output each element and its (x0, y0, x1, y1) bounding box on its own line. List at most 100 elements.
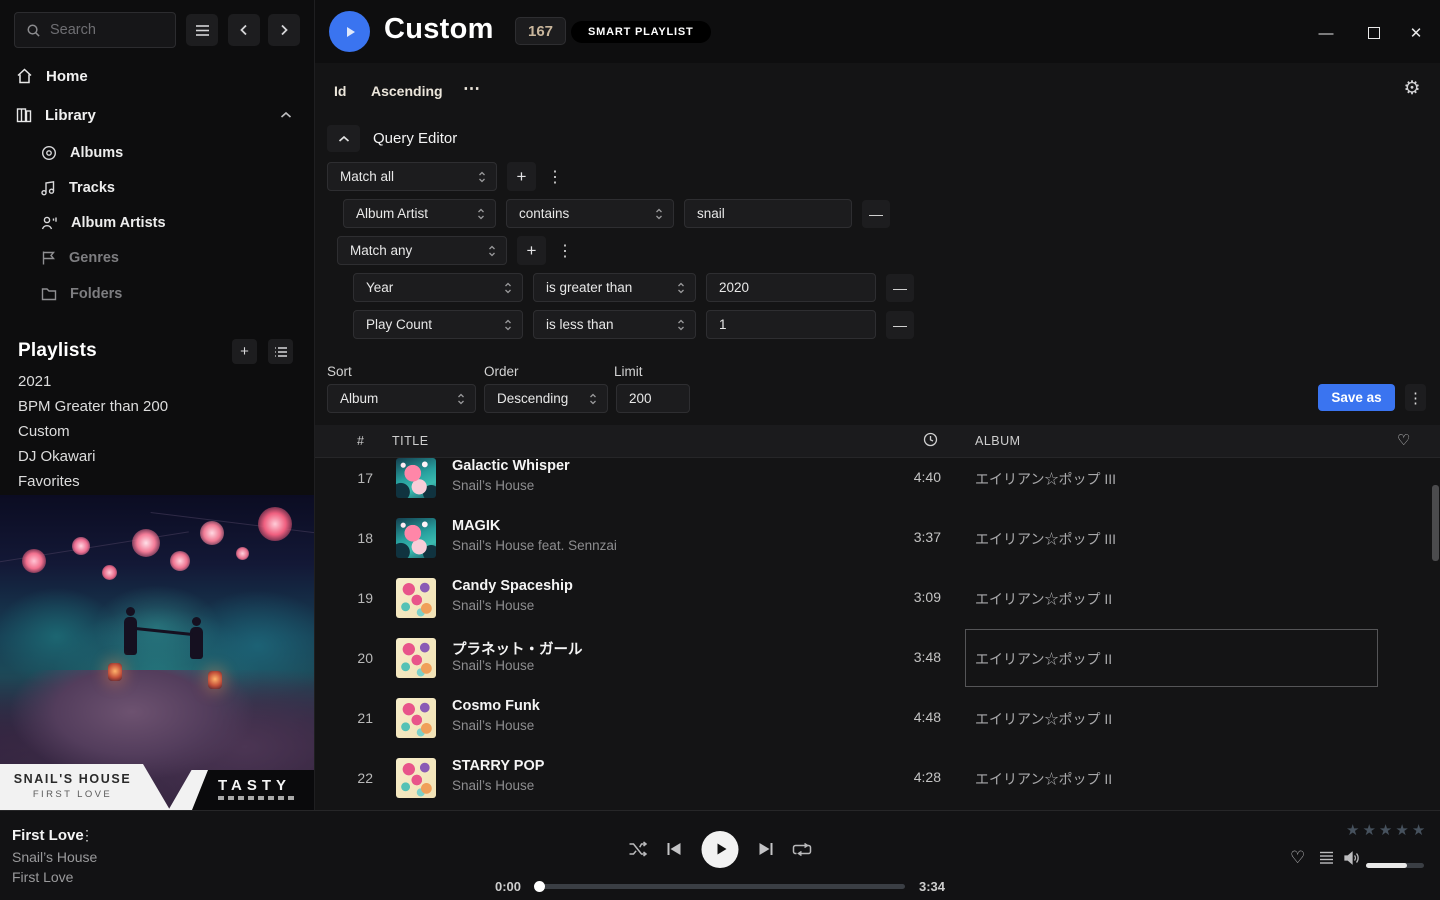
now-playing-album[interactable]: First Love (12, 869, 73, 885)
star-icon[interactable]: ★ (1395, 821, 1409, 839)
column-album[interactable]: ALBUM (975, 434, 1021, 448)
sidebar-item-folders[interactable]: Folders (0, 280, 314, 308)
now-playing-menu-button[interactable]: ⋮ (80, 827, 94, 844)
nav-back-button[interactable] (228, 14, 260, 46)
playlist-item[interactable]: Custom (18, 419, 278, 444)
lantern-glow (132, 529, 160, 557)
remove-rule-button[interactable]: — (886, 311, 914, 339)
track-title: Cosmo Funk (452, 698, 540, 714)
sidebar-item-album-artists[interactable]: Album Artists (0, 209, 314, 237)
rule-field-select[interactable]: Year (353, 273, 523, 302)
star-icon[interactable]: ★ (1412, 821, 1426, 839)
group-more-button[interactable]: ⋮ (546, 162, 564, 191)
track-row[interactable]: 21Cosmo FunkSnail’s House4:48エイリアン☆ポップ I… (315, 688, 1440, 748)
rule-value-input[interactable]: snail (684, 199, 852, 228)
now-playing-title[interactable]: First Love (12, 827, 84, 844)
sort-field-button[interactable]: Id (334, 83, 346, 99)
playlist-list-button[interactable] (268, 339, 293, 364)
track-row[interactable]: 19Candy SpaceshipSnail’s House3:09エイリアン☆… (315, 568, 1440, 628)
seek-knob[interactable] (534, 881, 545, 892)
remove-rule-button[interactable]: — (862, 200, 890, 228)
window-maximize-button[interactable] (1363, 22, 1385, 44)
sidebar-item-genres[interactable]: Genres (0, 244, 314, 272)
track-artist: Snail’s House feat. Sennzai (452, 538, 617, 553)
sort-direction-button[interactable]: Ascending (371, 83, 443, 99)
tasty-logo: TASTY (218, 777, 314, 794)
hamburger-icon (195, 24, 210, 37)
match-select-value: Match any (350, 243, 412, 258)
minimize-icon: — (1319, 25, 1334, 42)
track-title: MAGIK (452, 518, 500, 534)
group-more-button[interactable]: ⋮ (556, 236, 574, 265)
rule-value-input[interactable]: 2020 (706, 273, 876, 302)
playlist-item[interactable]: Favorites (18, 469, 278, 494)
sidebar-item-home[interactable]: Home (0, 61, 314, 91)
search-input[interactable]: Search (14, 12, 176, 48)
match-select[interactable]: Match any (337, 236, 507, 265)
star-icon[interactable]: ★ (1346, 821, 1360, 839)
match-select[interactable]: Match all (327, 162, 497, 191)
play-icon (712, 842, 728, 856)
play-playlist-button[interactable] (329, 11, 370, 52)
volume-icon[interactable] (1344, 851, 1361, 865)
queue-icon[interactable] (1319, 851, 1334, 865)
query-editor-collapse-button[interactable] (327, 125, 360, 152)
sidebar-item-library[interactable]: Library (0, 100, 314, 130)
rule-field-select[interactable]: Album Artist (343, 199, 496, 228)
window-close-button[interactable]: ✕ (1405, 22, 1427, 44)
repeat-button[interactable] (793, 842, 812, 857)
chevron-up-icon[interactable] (280, 111, 292, 119)
rating-stars[interactable]: ★★★★★ (1346, 821, 1426, 839)
add-rule-button[interactable]: + (517, 236, 546, 265)
scrollbar-thumb[interactable] (1432, 485, 1439, 561)
next-track-button[interactable] (758, 842, 774, 856)
star-icon[interactable]: ★ (1379, 821, 1393, 839)
shuffle-button[interactable] (629, 841, 648, 857)
order-select[interactable]: Descending (484, 384, 608, 413)
nav-forward-button[interactable] (268, 14, 300, 46)
playlist-item[interactable]: DJ Okawari (18, 444, 278, 469)
playlist-item[interactable]: BPM Greater than 200 (18, 394, 278, 419)
add-rule-button[interactable]: + (507, 162, 536, 191)
column-index[interactable]: # (357, 434, 364, 448)
select-caret-icon (478, 171, 486, 183)
transport-controls (629, 826, 812, 872)
rule-field-select[interactable]: Play Count (353, 310, 523, 339)
play-icon (343, 25, 357, 39)
save-as-button[interactable]: Save as (1318, 384, 1395, 411)
add-playlist-button[interactable]: + (232, 339, 257, 364)
track-row[interactable]: 22STARRY POPSnail’s House4:28エイリアン☆ポップ I… (315, 748, 1440, 808)
column-title[interactable]: TITLE (392, 434, 429, 448)
volume-slider[interactable] (1366, 863, 1424, 868)
now-playing-artist[interactable]: Snail’s House (12, 849, 97, 865)
chevron-up-icon (338, 135, 350, 143)
limit-input[interactable]: 200 (616, 384, 690, 413)
window-minimize-button[interactable]: — (1315, 22, 1337, 44)
playlist-item[interactable]: 2021 (18, 369, 278, 394)
star-icon[interactable]: ★ (1362, 821, 1376, 839)
select-caret-icon (457, 393, 465, 405)
track-album-thumbnail (396, 518, 436, 558)
rule-operator-select[interactable]: is less than (533, 310, 696, 339)
previous-track-button[interactable] (667, 842, 683, 856)
gear-icon[interactable]: ⚙ (1400, 77, 1424, 101)
favorite-heart-icon[interactable]: ♡ (1397, 431, 1411, 449)
track-row[interactable]: 18MAGIKSnail’s House feat. Sennzai3:37エイ… (315, 508, 1440, 568)
rule-operator-select[interactable]: contains (506, 199, 674, 228)
duration-clock-icon[interactable] (923, 432, 938, 447)
favorite-heart-icon[interactable]: ♡ (1290, 848, 1305, 868)
rule-value-input[interactable]: 1 (706, 310, 876, 339)
menu-button[interactable] (186, 14, 218, 46)
rule-operator-select[interactable]: is greater than (533, 273, 696, 302)
now-playing-album-art[interactable]: SNAIL'S HOUSE FIRST LOVE TASTY (0, 495, 314, 810)
track-row[interactable]: 20プラネット・ガールSnail’s House3:48エイリアン☆ポップ II (315, 628, 1440, 688)
play-pause-button[interactable] (702, 831, 739, 868)
page-title: Custom (384, 13, 494, 46)
sidebar-item-tracks[interactable]: Tracks (0, 174, 314, 202)
more-options-button[interactable]: ⋯ (463, 79, 481, 99)
save-as-more-button[interactable]: ⋮ (1405, 384, 1426, 411)
sort-select[interactable]: Album (327, 384, 476, 413)
seek-slider[interactable] (535, 884, 905, 889)
sidebar-item-albums[interactable]: Albums (0, 139, 314, 167)
remove-rule-button[interactable]: — (886, 274, 914, 302)
